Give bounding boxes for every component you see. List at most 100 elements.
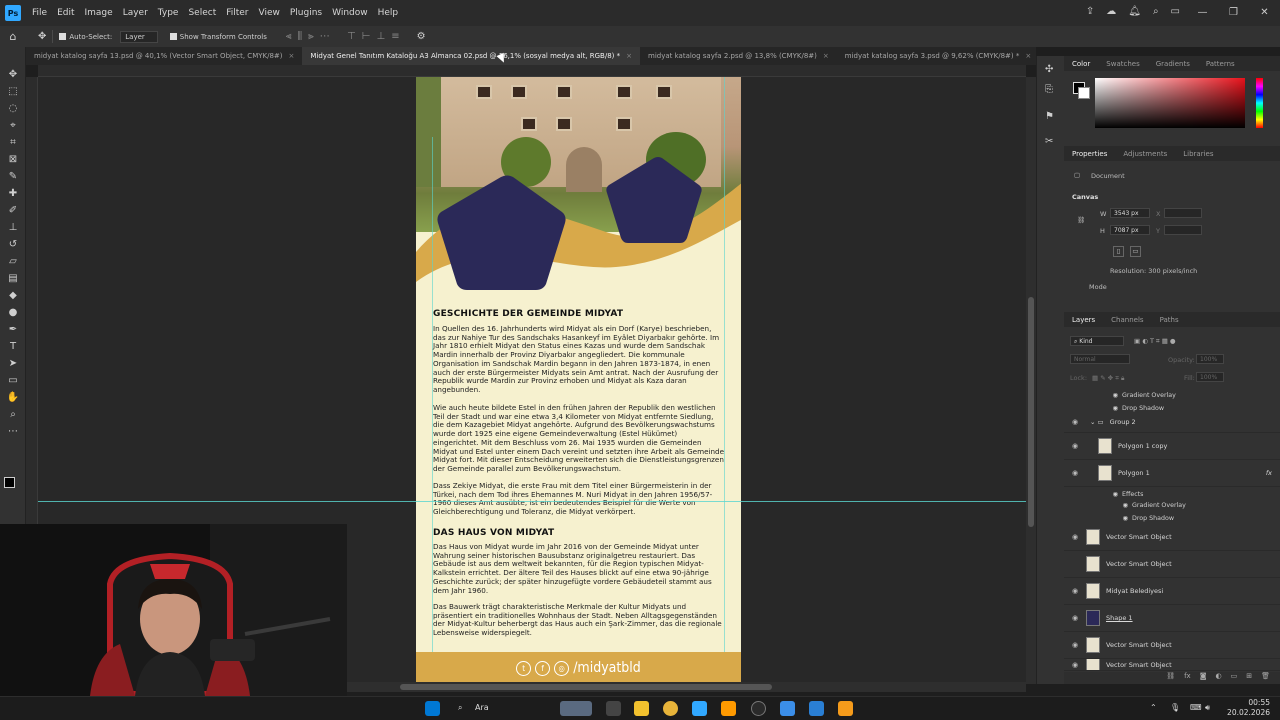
taskbar-search-label[interactable]: Ara — [475, 703, 489, 712]
search-icon[interactable]: ⌕ — [1153, 6, 1159, 17]
menu-type[interactable]: Type — [153, 8, 184, 18]
align-bottom-icon[interactable]: ⊥ — [376, 31, 385, 42]
home-icon[interactable]: ⌂ — [0, 30, 26, 43]
history-icon[interactable]: ⎘ — [1045, 84, 1053, 95]
effect-row[interactable]: ◉ Drop Shadow — [1064, 512, 1280, 524]
close-tab-icon[interactable]: × — [823, 52, 829, 60]
close-tab-icon[interactable]: × — [289, 52, 295, 60]
width-field[interactable]: 3543 px — [1110, 208, 1150, 218]
share-icon[interactable]: ⇪ — [1086, 6, 1094, 17]
maximize-icon[interactable]: ❐ — [1218, 0, 1249, 26]
notepad-icon[interactable] — [780, 701, 795, 716]
move-icon[interactable]: ✥ — [5, 68, 21, 82]
fill-field[interactable]: 100% — [1196, 372, 1224, 382]
tools-options-icon[interactable]: ✂ — [1045, 136, 1053, 147]
tab-adjustments[interactable]: Adjustments — [1115, 150, 1175, 158]
obs-icon[interactable] — [751, 701, 766, 716]
eye-icon[interactable]: ◉ — [1064, 587, 1086, 595]
tab-doc-2-active[interactable]: Midyat Genel Tanıtım Kataloğu A3 Almanca… — [302, 47, 640, 65]
layer-row-belediye[interactable]: ◉ Midyat Belediyesi — [1064, 578, 1280, 605]
menu-file[interactable]: File — [27, 8, 52, 18]
menu-edit[interactable]: Edit — [52, 8, 79, 18]
new-layer-icon[interactable]: ⊞ — [1246, 672, 1252, 684]
object-select-icon[interactable]: ⌖ — [5, 119, 21, 133]
layer-filter-dropdown[interactable]: ⌕ Kind — [1070, 336, 1124, 346]
auto-select-checkbox[interactable]: Auto-Select: — [59, 33, 112, 41]
menu-layer[interactable]: Layer — [118, 8, 153, 18]
auto-select-dropdown[interactable]: Layer — [120, 30, 158, 43]
tab-doc-4[interactable]: midyat katalog sayfa 3.psd @ 9,62% (CMYK… — [837, 47, 1039, 65]
align-middle-icon[interactable]: ⊢ — [362, 31, 371, 42]
bell-icon[interactable]: 🔔︎ — [1128, 6, 1141, 17]
align-left-icon[interactable]: ⫷ — [286, 31, 292, 42]
vertical-scrollbar[interactable] — [1026, 77, 1036, 684]
lasso-icon[interactable]: ◌ — [5, 102, 21, 116]
hue-slider[interactable] — [1256, 78, 1263, 128]
scroll-thumb[interactable] — [400, 684, 772, 690]
distribute-icon[interactable]: ≡ — [391, 31, 399, 42]
frame-icon[interactable]: ⊠ — [5, 153, 21, 167]
crop-icon[interactable]: ⌗ — [5, 136, 21, 150]
close-tab-icon[interactable]: × — [626, 52, 632, 60]
tab-channels[interactable]: Channels — [1103, 316, 1151, 324]
eye-icon[interactable]: ◉ — [1064, 515, 1129, 522]
type-icon[interactable]: T — [5, 340, 21, 354]
document-canvas[interactable]: GESCHICHTE DER GEMEINDE MIDYAT In Quelle… — [416, 77, 741, 684]
menu-plugins[interactable]: Plugins — [285, 8, 327, 18]
new-group-icon[interactable]: ▭ — [1231, 672, 1238, 684]
tab-properties[interactable]: Properties — [1064, 150, 1115, 158]
more-tools-icon[interactable]: ⋯ — [5, 425, 21, 439]
dodge-icon[interactable]: ● — [5, 306, 21, 320]
align-right-icon[interactable]: ⫸ — [308, 31, 314, 42]
settings-gear-icon[interactable]: ⚙ — [417, 31, 426, 42]
app-icon[interactable] — [809, 701, 824, 716]
eye-icon[interactable]: ◉ — [1064, 641, 1086, 649]
photoshop-icon[interactable] — [692, 701, 707, 716]
eye-icon[interactable]: ◉ — [1064, 502, 1129, 509]
menu-filter[interactable]: Filter — [221, 8, 253, 18]
layer-row-polygon-copy[interactable]: ◉ Polygon 1 copy — [1064, 433, 1280, 460]
blur-icon[interactable]: ◆ — [5, 289, 21, 303]
eye-icon[interactable]: ◉ — [1064, 491, 1119, 498]
pen-icon[interactable]: ✒ — [5, 323, 21, 337]
adjustment-icon[interactable]: ◐ — [1216, 672, 1222, 684]
properties-icon[interactable]: ⚑ — [1045, 111, 1054, 122]
tab-gradients[interactable]: Gradients — [1148, 60, 1198, 68]
scroll-thumb[interactable] — [1028, 297, 1034, 527]
tab-color[interactable]: Color — [1064, 60, 1098, 68]
search-icon[interactable]: ⌕ — [458, 703, 462, 713]
history-brush-icon[interactable]: ↺ — [5, 238, 21, 252]
layer-filter-icons[interactable]: ▣ ◐ T ⌗ ▦ ● — [1134, 337, 1176, 346]
eye-icon[interactable]: ◉ — [1064, 661, 1086, 669]
delete-layer-icon[interactable]: 🗑︎ — [1261, 672, 1270, 684]
layer-row-vso[interactable]: ◉ Vector Smart Object — [1064, 659, 1280, 671]
blend-mode-dropdown[interactable]: Normal — [1070, 354, 1130, 364]
eye-icon[interactable]: ◉ — [1064, 469, 1086, 477]
menu-select[interactable]: Select — [183, 8, 221, 18]
layer-row-vso[interactable]: ◉ Vector Smart Object — [1064, 524, 1280, 551]
lock-icons[interactable]: ▦ ✎ ✥ ⌗ 🔒︎ — [1092, 374, 1124, 383]
layer-row-vso[interactable]: ◉ Vector Smart Object — [1064, 632, 1280, 659]
file-explorer-icon[interactable] — [634, 701, 649, 716]
close-tab-icon[interactable]: × — [1025, 52, 1031, 60]
layer-row-vso[interactable]: Vector Smart Object — [1064, 551, 1280, 578]
menu-image[interactable]: Image — [80, 8, 118, 18]
gradient-icon[interactable]: ▤ — [5, 272, 21, 286]
link-icon[interactable]: ⛓ — [1077, 216, 1085, 224]
tab-doc-3[interactable]: midyat katalog sayfa 2.psd @ 13,8% (CMYK… — [640, 47, 837, 65]
align-center-icon[interactable]: ⫼ — [298, 31, 303, 42]
task-view-icon[interactable] — [606, 701, 621, 716]
color-field[interactable] — [1095, 78, 1245, 128]
zoom-icon[interactable]: ⌕ — [5, 408, 21, 422]
eye-icon[interactable]: ◉ — [1064, 418, 1086, 426]
layer-row-polygon-1[interactable]: ◉ Polygon 1 fx — [1064, 460, 1280, 487]
link-layers-icon[interactable]: ⛓ — [1166, 672, 1175, 684]
layer-row-shape-1[interactable]: ◉ Shape 1 — [1064, 605, 1280, 632]
tab-swatches[interactable]: Swatches — [1098, 60, 1147, 68]
tab-doc-1[interactable]: midyat katalog sayfa 13.psd @ 40,1% (Vec… — [26, 47, 302, 65]
eyedropper-icon[interactable]: ✎ — [5, 170, 21, 184]
menu-window[interactable]: Window — [327, 8, 373, 18]
eye-icon[interactable]: ◉ — [1064, 533, 1086, 541]
add-style-icon[interactable]: fx — [1184, 672, 1191, 684]
portrait-orientation-icon[interactable]: ▯ — [1113, 246, 1124, 257]
